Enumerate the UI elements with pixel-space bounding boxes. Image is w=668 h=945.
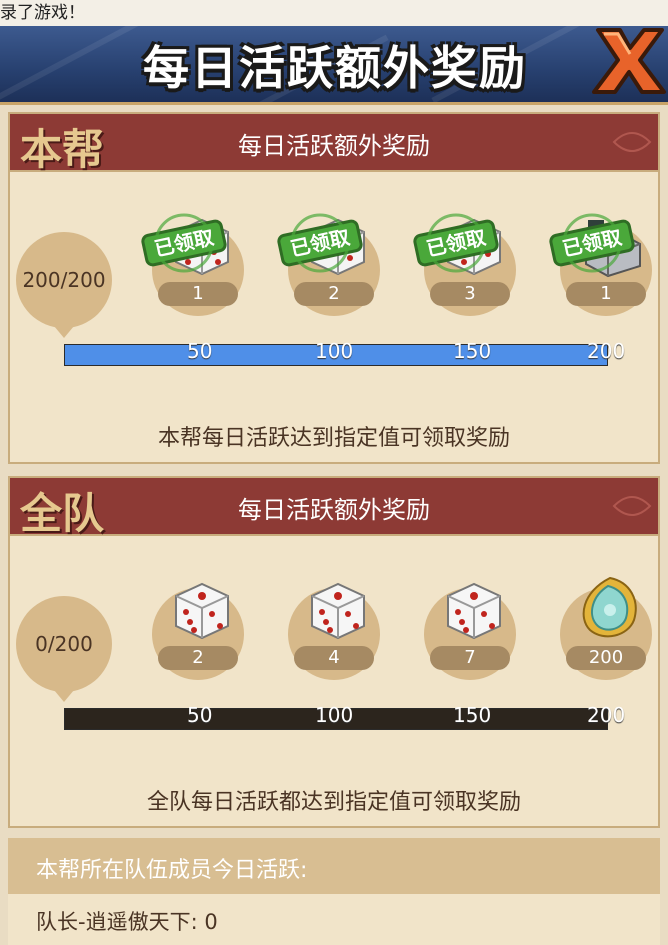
reward-count: 2: [158, 646, 238, 670]
claimed-stamp-icon: 已领取: [141, 213, 227, 273]
team-progress-text: 0/200: [35, 632, 93, 656]
team-progress-bar: 50 100 150 200: [64, 703, 625, 730]
team-panel-title: 每日活跃额外奖励: [238, 496, 430, 524]
reward-count: 200: [566, 646, 646, 670]
reward-count: 2: [294, 282, 374, 306]
reward-count: 7: [430, 646, 510, 670]
tick-200: 200: [587, 703, 626, 727]
team-progress-circle: 0/200: [16, 596, 112, 702]
tick-50: 50: [187, 703, 213, 727]
team-panel-header: 全队 每日活跃额外奖励: [10, 478, 658, 538]
guild-panel-title: 每日活跃额外奖励: [238, 132, 430, 160]
tick-150: 150: [453, 703, 492, 727]
reward-count: 1: [566, 282, 646, 306]
ornament-icon: [612, 132, 652, 152]
team-description: 全队每日活跃都达到指定值可领取奖励: [146, 790, 521, 815]
guild-reward-4[interactable]: 已领取 1: [549, 213, 652, 316]
dice-icon: [311, 582, 365, 640]
page-title: 每日活跃额外奖励: [143, 41, 527, 95]
tick-100: 100: [315, 703, 354, 727]
guild-reward-3[interactable]: 已领取 3: [413, 213, 516, 316]
reward-count: 4: [294, 646, 374, 670]
member-row: 队长-逍遥傲天下: 0: [36, 910, 218, 934]
guild-reward-2[interactable]: 已领取 2: [277, 213, 380, 316]
dice-icon: [447, 582, 501, 640]
page-header: 每日活跃额外奖励: [0, 26, 668, 105]
claimed-stamp-icon: 已领取: [413, 213, 499, 273]
guild-progress-text: 200/200: [22, 268, 106, 292]
team-members-header: 本帮所在队伍成员今日活跃:: [8, 838, 660, 894]
team-reward-2[interactable]: 4: [288, 582, 380, 680]
team-members-section: 本帮所在队伍成员今日活跃: 队长-逍遥傲天下: 0: [8, 838, 660, 945]
reward-count: 3: [430, 282, 510, 306]
team-members-title: 本帮所在队伍成员今日活跃:: [36, 858, 308, 883]
team-reward-4[interactable]: 200: [560, 576, 652, 680]
guild-progress-circle: 200/200: [16, 232, 112, 338]
team-panel: 全队 每日活跃额外奖励 0/200 2 4 7 200 50 100 150 2…: [8, 476, 660, 828]
ornament-icon: [612, 496, 652, 516]
guild-reward-1[interactable]: 已领取 1: [141, 213, 244, 316]
dice-icon: [175, 582, 229, 640]
claimed-stamp-icon: 已领取: [277, 213, 363, 273]
guild-panel-header: 本帮 每日活跃额外奖励: [10, 114, 658, 174]
tick-200: 200: [587, 339, 626, 363]
guild-progress-bar: 50 100 150 200: [64, 339, 625, 366]
guild-panel: 本帮 每日活跃额外奖励 200/200 已领取 1 已领取 2 已领取 3 已领…: [8, 112, 660, 464]
tick-50: 50: [187, 339, 213, 363]
team-reward-3[interactable]: 7: [424, 582, 516, 680]
tick-150: 150: [453, 339, 492, 363]
reward-count: 1: [158, 282, 238, 306]
claimed-stamp-icon: 已领取: [549, 213, 635, 273]
jade-icon: [582, 576, 637, 638]
close-icon[interactable]: [590, 24, 668, 98]
team-reward-1[interactable]: 2: [152, 582, 244, 680]
toast-message: 录了游戏！: [0, 0, 668, 26]
guild-description: 本帮每日活跃达到指定值可领取奖励: [157, 426, 510, 451]
tick-100: 100: [315, 339, 354, 363]
